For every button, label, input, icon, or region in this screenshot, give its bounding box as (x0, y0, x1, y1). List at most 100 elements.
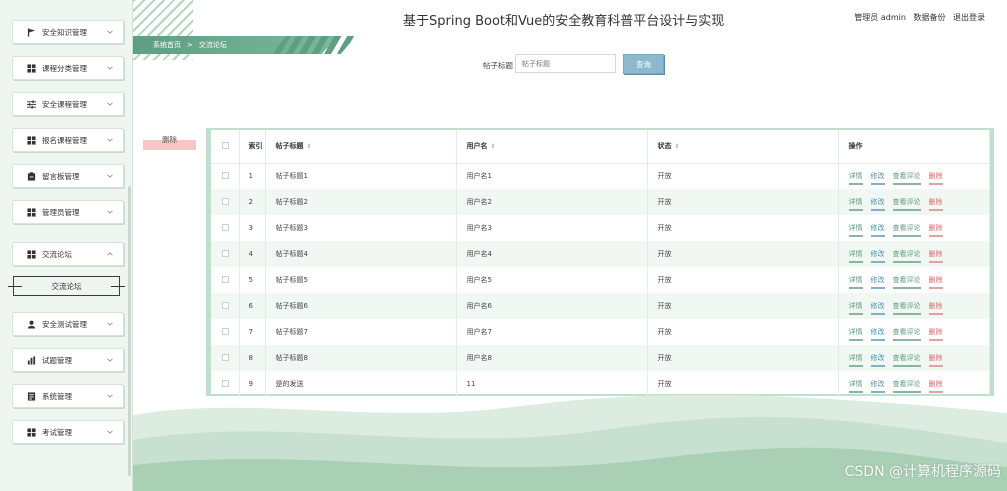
view-comments-button[interactable]: 查看评论 (892, 198, 921, 211)
sidebar-item[interactable]: 安全课程管理 (12, 92, 124, 116)
edit-button[interactable]: 修改 (870, 250, 885, 263)
row-select-cell[interactable] (211, 163, 240, 189)
delete-button[interactable]: 删除 (928, 380, 943, 393)
select-all-checkbox[interactable] (222, 141, 229, 149)
sort-icon[interactable]: ⇕ (307, 143, 312, 150)
delete-button[interactable]: 删除 (928, 302, 943, 315)
query-button[interactable]: 查询 (623, 54, 664, 74)
submenu-item-forum[interactable]: 交流论坛 (8, 276, 125, 296)
sort-icon[interactable]: ⇕ (491, 143, 496, 150)
row-index: 5 (239, 267, 266, 293)
row-select-cell[interactable] (211, 241, 240, 267)
sidebar-item[interactable]: 交流论坛 (12, 242, 124, 266)
row-checkbox[interactable] (222, 301, 229, 309)
header-username[interactable]: 用户名 ⇕ (456, 130, 648, 164)
data-backup-link[interactable]: 数据备份 (913, 13, 945, 22)
sidebar-item-label: 交流论坛 (42, 249, 72, 259)
delete-button[interactable]: 删除 (928, 224, 943, 237)
detail-button[interactable]: 详情 (848, 198, 863, 211)
detail-button[interactable]: 详情 (848, 250, 863, 263)
row-status: 开放 (647, 293, 839, 319)
row-checkbox[interactable] (222, 327, 229, 335)
bulk-delete-button[interactable]: 删除 (143, 132, 196, 150)
view-comments-button[interactable]: 查看评论 (892, 250, 921, 263)
sort-icon[interactable]: ⇕ (675, 143, 680, 150)
view-comments-button[interactable]: 查看评论 (892, 380, 921, 393)
detail-button[interactable]: 详情 (848, 328, 863, 341)
view-comments-button[interactable]: 查看评论 (892, 276, 921, 289)
grid-icon (25, 62, 37, 74)
row-select-cell[interactable] (211, 345, 240, 371)
sidebar-item[interactable]: 系统管理 (12, 384, 124, 408)
sidebar-item-label: 系统管理 (42, 391, 72, 401)
sidebar-item[interactable]: 报名课程管理 (12, 128, 124, 152)
table-row: 9 是的发送 11 开放 详情 修改 查看评论 删除 (211, 371, 990, 397)
row-select-cell[interactable] (211, 267, 240, 293)
sidebar-scrollbar[interactable] (128, 186, 131, 476)
edit-button[interactable]: 修改 (870, 198, 885, 211)
search-input[interactable] (515, 54, 616, 73)
sliders-icon (25, 98, 37, 110)
row-username: 用户名1 (456, 163, 648, 189)
detail-button[interactable]: 详情 (848, 276, 863, 289)
detail-button[interactable]: 详情 (848, 224, 863, 237)
row-checkbox[interactable] (222, 171, 229, 179)
row-select-cell[interactable] (211, 189, 240, 215)
detail-button[interactable]: 详情 (848, 380, 863, 393)
row-checkbox[interactable] (222, 353, 229, 361)
header-status[interactable]: 状态 ⇕ (647, 130, 839, 164)
row-title: 帖子标题4 (265, 241, 457, 267)
row-username: 11 (456, 371, 648, 397)
row-checkbox[interactable] (222, 249, 229, 257)
detail-button[interactable]: 详情 (848, 354, 863, 367)
logout-link[interactable]: 退出登录 (953, 13, 985, 22)
header-title[interactable]: 帖子标题 ⇕ (265, 130, 457, 164)
sidebar-item[interactable]: 安全知识管理 (12, 20, 124, 44)
row-select-cell[interactable] (211, 293, 240, 319)
detail-button[interactable]: 详情 (848, 172, 863, 186)
row-checkbox[interactable] (222, 379, 229, 387)
row-status: 开放 (647, 215, 839, 241)
sidebar-item[interactable]: 课程分类管理 (12, 56, 124, 80)
edit-button[interactable]: 修改 (870, 354, 885, 367)
sidebar-item[interactable]: 管理员管理 (12, 200, 124, 224)
edit-button[interactable]: 修改 (870, 328, 885, 341)
edit-button[interactable]: 修改 (870, 302, 885, 315)
sidebar-item[interactable]: 考试管理 (12, 420, 124, 444)
row-select-cell[interactable] (211, 371, 240, 397)
header-username-label: 用户名 (466, 142, 488, 151)
chevron-down-icon (105, 63, 115, 73)
edit-button[interactable]: 修改 (870, 224, 885, 237)
edit-button[interactable]: 修改 (870, 380, 885, 393)
clipboard-icon (25, 170, 37, 182)
view-comments-button[interactable]: 查看评论 (892, 302, 921, 315)
view-comments-button[interactable]: 查看评论 (892, 224, 921, 237)
edit-button[interactable]: 修改 (870, 276, 885, 289)
view-comments-button[interactable]: 查看评论 (892, 354, 921, 367)
row-ops: 详情 修改 查看评论 删除 (838, 267, 990, 293)
edit-button[interactable]: 修改 (870, 172, 885, 186)
breadcrumb-home[interactable]: 系统首页 (153, 40, 181, 50)
sidebar-item[interactable]: 留言板管理 (12, 164, 124, 188)
detail-button[interactable]: 详情 (848, 302, 863, 315)
view-comments-button[interactable]: 查看评论 (892, 328, 921, 341)
row-checkbox[interactable] (222, 197, 229, 205)
header-title-label: 帖子标题 (275, 142, 304, 151)
sidebar-item-label: 留言板管理 (42, 171, 80, 181)
delete-button[interactable]: 删除 (928, 328, 943, 341)
row-select-cell[interactable] (211, 215, 240, 241)
select-all-header[interactable] (211, 130, 240, 164)
sidebar-item-label: 安全知识管理 (42, 27, 87, 37)
sidebar-item[interactable]: 安全测试管理 (12, 312, 124, 336)
sidebar-item[interactable]: 试题管理 (12, 348, 124, 372)
delete-button[interactable]: 删除 (928, 172, 943, 186)
row-select-cell[interactable] (211, 319, 240, 345)
delete-button[interactable]: 删除 (928, 354, 943, 367)
view-comments-button[interactable]: 查看评论 (892, 172, 921, 186)
delete-button[interactable]: 删除 (928, 250, 943, 263)
delete-button[interactable]: 删除 (928, 276, 943, 289)
row-checkbox[interactable] (222, 275, 229, 283)
row-checkbox[interactable] (222, 223, 229, 231)
delete-button[interactable]: 删除 (928, 198, 943, 211)
watermark-text: CSDN @计算机程序源码 (844, 464, 1001, 480)
